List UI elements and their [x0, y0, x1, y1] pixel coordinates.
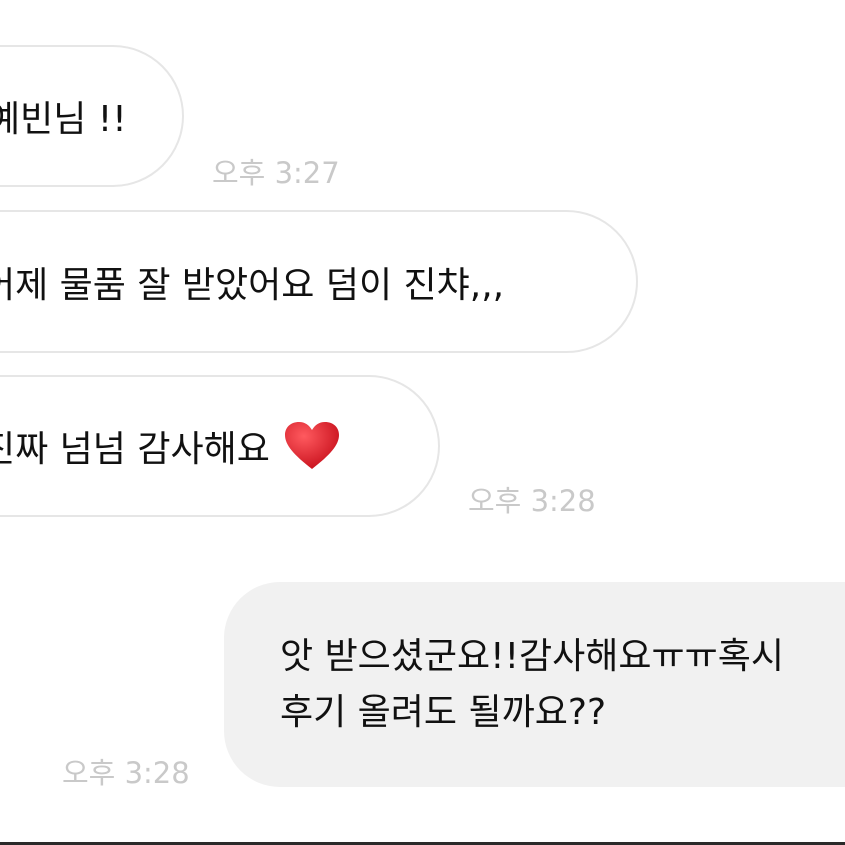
message-timestamp: 오후 3:28 — [62, 756, 190, 790]
message-text: 예빈님 !! — [0, 99, 127, 140]
message-bubble-received[interactable]: 진짜 넘넘 감사해요 — [0, 375, 440, 517]
message-timestamp: 오후 3:28 — [468, 484, 596, 518]
message-bubble-sent[interactable]: 앗 받으셨군요!!감사해요ㅠㅠ혹시 후기 올려도 될까요?? — [224, 582, 845, 787]
message-timestamp: 오후 3:27 — [212, 156, 340, 190]
message-bubble-received[interactable]: 예빈님 !! — [0, 45, 184, 187]
message-text: 진짜 넘넘 감사해요 — [0, 429, 270, 470]
message-text-line: 앗 받으셨군요!!감사해요ㅠㅠ혹시 — [280, 635, 784, 677]
message-text: 어제 물품 잘 받았어요 덤이 진챠,,, — [0, 264, 505, 306]
heart-icon — [284, 421, 340, 471]
message-bubble-received[interactable]: 어제 물품 잘 받았어요 덤이 진챠,,, — [0, 210, 638, 353]
chat-thread: 예빈님 !! 오후 3:27 어제 물품 잘 받았어요 덤이 진챠,,, 진짜 … — [0, 0, 845, 845]
message-text-line: 후기 올려도 될까요?? — [280, 691, 607, 733]
